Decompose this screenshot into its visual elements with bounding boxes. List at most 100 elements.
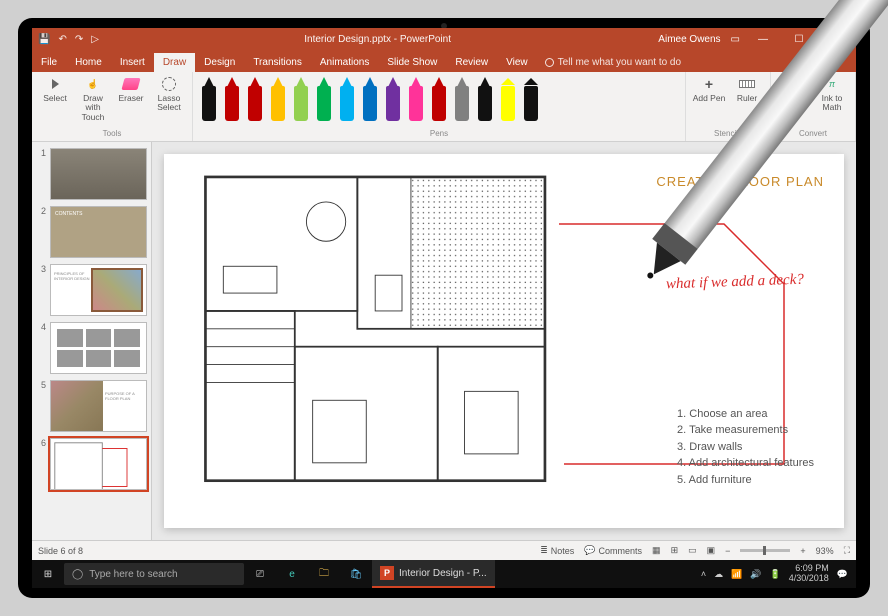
tab-file[interactable]: File — [32, 53, 66, 72]
tools-label: Tools — [38, 127, 186, 138]
action-center-icon[interactable]: 💬 — [837, 569, 848, 580]
eraser-tool[interactable]: Eraser — [114, 75, 148, 122]
clock-date: 4/30/2018 — [789, 574, 829, 584]
pointer-icon — [52, 79, 59, 89]
maximize-button[interactable]: ☐ — [786, 34, 812, 45]
pen-8[interactable] — [383, 77, 403, 121]
pen-10[interactable] — [429, 77, 449, 121]
pen-14[interactable] — [521, 77, 541, 121]
taskbar-app-powerpoint[interactable]: P Interior Design - P... — [372, 560, 495, 588]
ribbon-options-icon[interactable]: ▭ — [731, 34, 740, 45]
user-name[interactable]: Aimee Owens — [658, 34, 720, 45]
tab-transitions[interactable]: Transitions — [244, 53, 311, 72]
tell-me[interactable]: Tell me what you want to do — [537, 53, 689, 72]
tell-me-text: Tell me what you want to do — [558, 57, 681, 68]
zoom-level[interactable]: 93% — [816, 546, 834, 556]
tab-home[interactable]: Home — [66, 53, 111, 72]
zoom-out-icon[interactable]: − — [725, 546, 730, 556]
close-button[interactable]: ✕ — [822, 34, 848, 45]
ruler-button[interactable]: Ruler — [730, 75, 764, 103]
pen-1[interactable] — [222, 77, 242, 121]
pen-5[interactable] — [314, 77, 334, 121]
ruler-icon — [739, 80, 755, 88]
plus-icon: + — [705, 76, 713, 92]
step-2: 2. Take measurements — [677, 422, 814, 439]
zoom-in-icon[interactable]: + — [800, 546, 805, 556]
work-area: 1 2 CONTENTS 3 PRINCIPLES OFINTERIOR DES… — [32, 142, 856, 540]
minimize-button[interactable]: — — [750, 34, 776, 45]
notes-button[interactable]: ≣ Notes — [540, 545, 574, 556]
thumb-4[interactable] — [50, 322, 147, 374]
redo-icon[interactable]: ↷ — [75, 34, 83, 45]
thumb-2[interactable]: CONTENTS — [50, 206, 147, 258]
pen-9[interactable] — [406, 77, 426, 121]
volume-icon[interactable]: 🔊 — [750, 569, 761, 580]
explorer-icon[interactable]: 🗀 — [308, 560, 340, 588]
pen-3[interactable] — [268, 77, 288, 121]
view-sorter-icon[interactable]: ⊞ — [671, 545, 679, 556]
ink-to-shape-button[interactable]: Ink to Shape — [777, 75, 811, 113]
ribbon: Select ☝ Draw with Touch Eraser Lasso Se… — [32, 72, 856, 142]
save-icon[interactable]: 💾 — [38, 34, 50, 45]
tab-review[interactable]: Review — [446, 53, 497, 72]
tab-insert[interactable]: Insert — [111, 53, 154, 72]
cortana-icon: ◯ — [72, 569, 83, 580]
start-button[interactable]: ⊞ — [32, 560, 64, 588]
step-5: 5. Add furniture — [677, 472, 814, 489]
view-slideshow-icon[interactable]: ▣ — [707, 545, 716, 556]
group-pens: Pens — [193, 72, 686, 141]
slide-counter[interactable]: Slide 6 of 8 — [38, 546, 83, 556]
pen-13[interactable] — [498, 77, 518, 121]
view-reading-icon[interactable]: ▭ — [688, 545, 697, 556]
bulb-icon — [545, 58, 554, 67]
thumb-1[interactable] — [50, 148, 147, 200]
wifi-icon[interactable]: 📶 — [731, 569, 742, 580]
group-tools: Select ☝ Draw with Touch Eraser Lasso Se… — [32, 72, 193, 141]
status-bar: Slide 6 of 8 ≣ Notes 💬 Comments ▦ ⊞ ▭ ▣ … — [32, 540, 856, 560]
stencils-label: Stencils — [692, 127, 764, 138]
tray-up-icon[interactable]: ˄ — [701, 569, 706, 579]
step-1: 1. Choose an area — [677, 406, 814, 423]
tab-draw[interactable]: Draw — [154, 53, 195, 72]
store-icon[interactable]: 🛍 — [340, 560, 372, 588]
thumb-5[interactable]: PURPOSE OF A FLOOR PLAN — [50, 380, 147, 432]
touch-icon: ☝ — [84, 75, 102, 93]
pen-4[interactable] — [291, 77, 311, 121]
slide-thumbnails[interactable]: 1 2 CONTENTS 3 PRINCIPLES OFINTERIOR DES… — [32, 142, 152, 540]
tab-animations[interactable]: Animations — [311, 53, 378, 72]
edge-icon[interactable]: e — [276, 560, 308, 588]
pen-2[interactable] — [245, 77, 265, 121]
pen-0[interactable] — [199, 77, 219, 121]
pen-7[interactable] — [360, 77, 380, 121]
pen-12[interactable] — [475, 77, 495, 121]
taskbar: ⊞ ◯ Type here to search ⎚ e 🗀 🛍 P Interi… — [32, 560, 856, 588]
comments-button[interactable]: 💬 Comments — [584, 545, 642, 556]
group-stencils: + Add Pen Ruler Stencils — [686, 72, 771, 141]
slide-canvas[interactable]: CREATE A FLOOR PLAN what if we add a dec… — [152, 142, 856, 540]
pen-11[interactable] — [452, 77, 472, 121]
math-icon: π — [823, 75, 841, 93]
task-view-icon[interactable]: ⎚ — [244, 560, 276, 588]
tab-view[interactable]: View — [497, 53, 537, 72]
thumb-3[interactable]: PRINCIPLES OFINTERIOR DESIGN — [50, 264, 147, 316]
onedrive-icon[interactable]: ☁ — [714, 569, 723, 580]
view-normal-icon[interactable]: ▦ — [652, 545, 661, 556]
pen-6[interactable] — [337, 77, 357, 121]
thumb-6[interactable] — [50, 438, 147, 490]
select-tool[interactable]: Select — [38, 75, 72, 122]
draw-touch-tool[interactable]: ☝ Draw with Touch — [76, 75, 110, 122]
tab-slideshow[interactable]: Slide Show — [378, 53, 446, 72]
battery-icon[interactable]: 🔋 — [770, 569, 781, 580]
start-icon[interactable]: ▷ — [91, 34, 99, 45]
lasso-tool[interactable]: Lasso Select — [152, 75, 186, 122]
add-pen-button[interactable]: + Add Pen — [692, 75, 726, 103]
undo-icon[interactable]: ↶ — [58, 34, 66, 45]
taskbar-search[interactable]: ◯ Type here to search — [64, 563, 244, 585]
ink-to-math-button[interactable]: π Ink to Math — [815, 75, 849, 113]
slide[interactable]: CREATE A FLOOR PLAN what if we add a dec… — [164, 154, 844, 528]
tab-design[interactable]: Design — [195, 53, 244, 72]
step-3: 3. Draw walls — [677, 439, 814, 456]
fit-icon[interactable]: ⛶ — [844, 545, 850, 556]
system-tray[interactable]: ˄ ☁ 📶 🔊 🔋 6:09 PM 4/30/2018 💬 — [693, 564, 856, 584]
zoom-slider[interactable] — [740, 549, 790, 552]
